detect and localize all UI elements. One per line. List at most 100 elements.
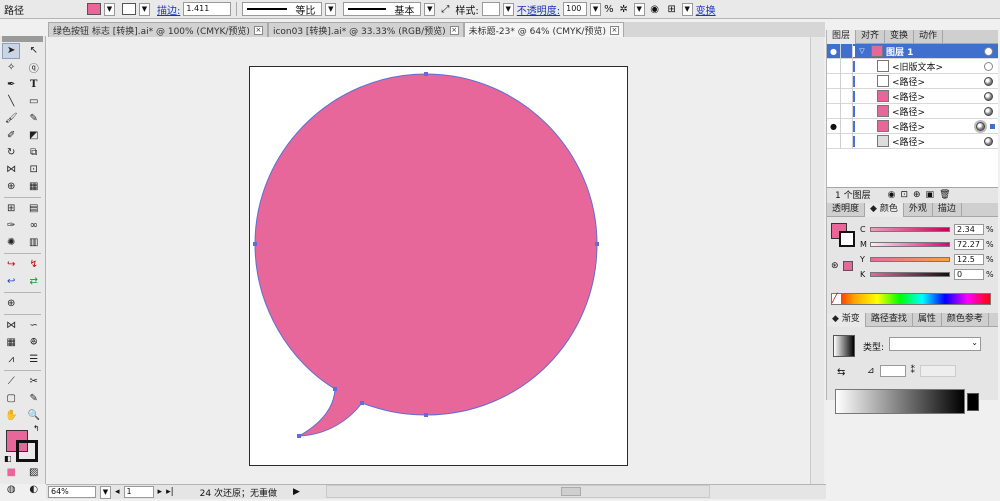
selection-tool-icon[interactable]: ➤ <box>2 42 21 59</box>
gradient-preview[interactable] <box>833 335 855 357</box>
column-graph-tool-icon[interactable]: ▥ <box>25 235 43 251</box>
angle-field[interactable] <box>879 365 906 377</box>
pen-tool-icon[interactable]: ✒ <box>2 77 20 93</box>
layer-row[interactable]: ● ▽ 图层 1 <box>827 43 998 59</box>
layer-row[interactable]: <路径> <box>827 88 998 104</box>
cyan-slider[interactable] <box>870 226 950 232</box>
transform-label[interactable]: 变换 <box>696 2 716 17</box>
close-icon[interactable]: × <box>609 25 619 35</box>
lasso-tool-icon[interactable]: ⓠ <box>25 60 43 76</box>
style-dropdown[interactable]: ▼ <box>502 2 514 16</box>
zoom-tool-icon[interactable]: 🔍 <box>25 408 43 424</box>
magenta-slider[interactable] <box>870 241 950 247</box>
eye-icon[interactable] <box>827 73 841 89</box>
delete-layer-icon[interactable]: 🗑 <box>939 190 950 200</box>
tab-pathfinder[interactable]: 路径查找 <box>866 313 913 327</box>
tab-layers[interactable]: 图层 <box>827 30 857 44</box>
tab-doc-3[interactable]: 未标题-23* @ 64% (CMYK/预览) × <box>463 22 624 37</box>
envelope-tool-icon[interactable]: ⋈ <box>2 318 20 334</box>
rotate-tool-icon[interactable]: ↻ <box>2 145 20 161</box>
prev-artboard-icon[interactable]: ◂ <box>115 487 120 497</box>
status-menu-arrow-icon[interactable]: ▶ <box>293 487 300 497</box>
none-swatch-icon[interactable]: ╱ <box>831 293 842 305</box>
hand-tool-icon[interactable]: ✋ <box>2 408 20 424</box>
tab-stroke[interactable]: 描边 <box>933 203 962 217</box>
gamut-warning-icon[interactable]: ⊛ <box>831 261 839 271</box>
cyan-value-field[interactable]: 2.34 <box>954 223 984 235</box>
symbol-sprayer-tool-icon[interactable]: ✺ <box>2 235 20 251</box>
stroke-label[interactable]: 描边: <box>157 2 180 17</box>
default-colors-icon[interactable]: ◧ <box>4 454 12 463</box>
line-tool-icon[interactable]: ╲ <box>2 94 20 110</box>
direct-selection-tool-icon[interactable]: ↖ <box>25 43 43 59</box>
web-color-icon[interactable] <box>843 261 853 271</box>
eye-icon[interactable] <box>827 103 841 119</box>
lock-toggle[interactable] <box>841 73 853 89</box>
layer-row[interactable]: <路径> <box>827 133 998 149</box>
ruler-tool-icon[interactable]: ✎ <box>25 391 43 407</box>
tab-appearance[interactable]: 外观 <box>904 203 933 217</box>
opacity-label[interactable]: 不透明度: <box>517 2 560 17</box>
locate-object-icon[interactable]: ◉ <box>888 190 896 200</box>
crosshair-tool-icon[interactable]: ⊕ <box>2 296 20 312</box>
artwork[interactable] <box>250 67 629 467</box>
make-clipping-mask-icon[interactable]: ⊡ <box>900 190 908 200</box>
aspect-field[interactable] <box>920 365 957 377</box>
target-icon[interactable] <box>984 106 993 116</box>
tab-transparency[interactable]: 透明度 <box>827 203 866 217</box>
artboard-tool-icon[interactable]: ▢ <box>2 391 20 407</box>
speech-bubble-shape[interactable] <box>254 73 598 437</box>
recolor-icon[interactable]: ✲ <box>617 2 631 16</box>
list-tool-icon[interactable]: ☰ <box>25 352 43 368</box>
layer-row[interactable]: <路径> <box>827 73 998 89</box>
style-field[interactable] <box>481 2 500 16</box>
artboard-number-field[interactable]: 1 <box>123 486 154 498</box>
zoom-field[interactable]: 64% <box>48 486 96 498</box>
twirl-tool-icon[interactable]: ꔮ <box>25 335 43 351</box>
lock-toggle[interactable] <box>841 133 853 149</box>
magenta-value-field[interactable]: 72.27 <box>954 238 984 250</box>
fill-swatch[interactable] <box>87 3 101 15</box>
width-tool-icon[interactable]: ⋈ <box>2 162 20 178</box>
mesh-tool-icon[interactable]: ⊞ <box>2 201 20 217</box>
blend-tool-icon[interactable]: ∞ <box>25 218 43 234</box>
custom-tool-green-icon[interactable]: ⇄ <box>25 274 43 290</box>
brush-definition[interactable]: 基本 <box>343 2 422 17</box>
last-artboard-icon[interactable]: ▸| <box>166 487 174 497</box>
expand-icon[interactable]: ⤢ <box>438 2 452 16</box>
lock-toggle[interactable] <box>841 58 853 74</box>
zoom-dropdown[interactable]: ▼ <box>100 485 111 499</box>
yellow-value-field[interactable]: 12.5 <box>954 253 984 265</box>
new-layer-icon[interactable]: ▣ <box>926 190 935 200</box>
recolor-dropdown[interactable]: ▼ <box>633 2 645 16</box>
tab-color[interactable]: ◆ 颜色 <box>865 203 904 217</box>
opacity-field[interactable]: 100 <box>563 2 588 16</box>
color-spectrum[interactable] <box>831 293 991 305</box>
opacity-dropdown[interactable]: ▼ <box>590 2 602 16</box>
perspective-grid-tool-icon[interactable]: ▦ <box>25 179 43 195</box>
tab-attributes[interactable]: 属性 <box>913 313 942 327</box>
target-icon[interactable] <box>976 121 985 131</box>
graph-line-tool-icon[interactable]: ⩘ <box>2 352 20 368</box>
reverse-gradient-icon[interactable]: ⇆ <box>837 367 845 378</box>
color-mode-icon[interactable]: ■ <box>2 465 20 481</box>
disclosure-triangle-icon[interactable]: ▽ <box>857 47 867 55</box>
swap-fill-stroke-icon[interactable]: ↰ <box>33 424 40 433</box>
stroke-color-swatch[interactable] <box>839 231 855 247</box>
stroke-weight-field[interactable]: 1.411 <box>183 2 232 16</box>
gradient-tool-icon[interactable]: ▤ <box>25 201 43 217</box>
brush-dropdown[interactable]: ▼ <box>424 2 436 16</box>
warp-tool-icon[interactable]: ∽ <box>25 318 43 334</box>
stroke-swatch[interactable] <box>122 3 136 15</box>
free-transform-tool-icon[interactable]: ⊡ <box>25 162 43 178</box>
gradient-mode-icon[interactable]: ▨ <box>25 465 43 481</box>
gradient-slider[interactable] <box>835 389 965 414</box>
tab-actions[interactable]: 动作 <box>914 30 944 44</box>
target-icon[interactable] <box>984 136 993 146</box>
scale-tool-icon[interactable]: ⧉ <box>25 145 43 161</box>
eye-icon[interactable]: ● <box>827 43 841 59</box>
pencil-tool-icon[interactable]: ✎ <box>25 111 43 127</box>
custom-tool-blue-icon[interactable]: ↩ <box>2 274 20 290</box>
rectangle-tool-icon[interactable]: ▭ <box>25 94 43 110</box>
tab-doc-2[interactable]: icon03 [转换].ai* @ 33.33% (RGB/预览) × <box>267 22 464 37</box>
